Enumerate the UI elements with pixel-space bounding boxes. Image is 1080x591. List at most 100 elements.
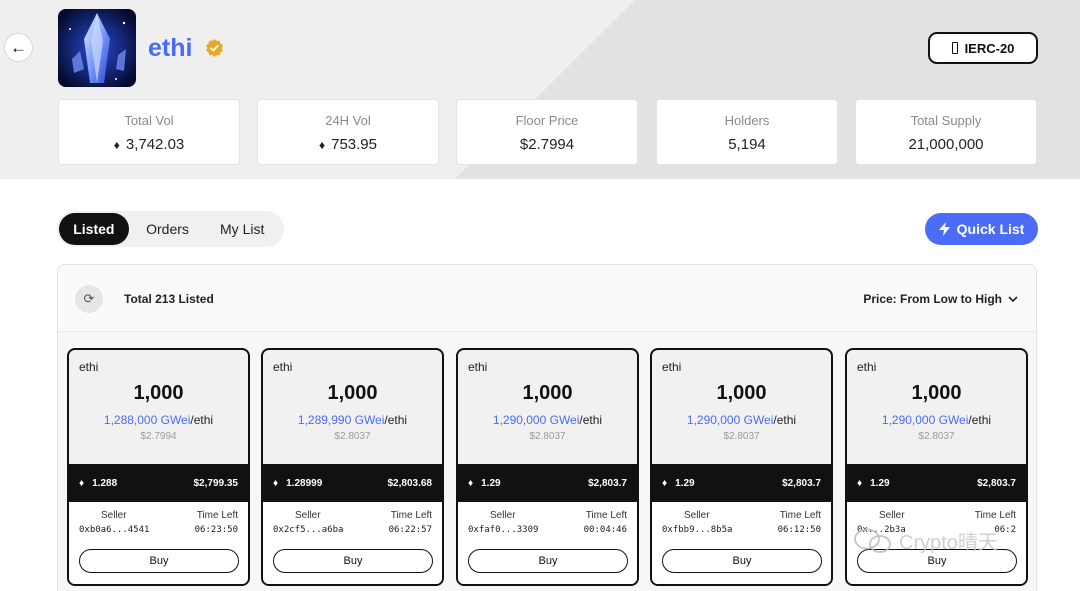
listing-panel-header: ⟳ Total 213 Listed Price: From Low to Hi…: [58, 265, 1036, 332]
seller-address[interactable]: 0xfaf0...3309: [468, 525, 538, 535]
ethereum-icon: ♦: [662, 477, 668, 489]
stat-value: $2.7994: [519, 136, 575, 153]
card-eth-total: 1.29: [481, 477, 501, 489]
card-eth-total: 1.29: [870, 477, 890, 489]
buy-button[interactable]: Buy: [662, 549, 822, 573]
seller-address[interactable]: 0xfbb9...8b5a: [662, 525, 732, 535]
time-left-value: 06:23:50: [194, 525, 238, 535]
card-unit-price: 1,290,000 GWei/ethi: [458, 413, 637, 427]
card-usd-total: $2,803.68: [387, 477, 433, 489]
total-listed-count: Total 213 Listed: [124, 292, 214, 306]
listing-card[interactable]: ethi 1,000 1,290,000 GWei/ethi $2.8037 ♦…: [650, 348, 833, 586]
card-total-band: ♦ 1.29 $2,803.7: [847, 464, 1026, 502]
card-amount: 1,000: [133, 382, 184, 404]
stat-value: 753.95: [331, 136, 377, 153]
tab-listed[interactable]: Listed: [59, 213, 129, 245]
card-unit-price: 1,290,000 GWei/ethi: [652, 413, 831, 427]
ethereum-icon: ♦: [273, 477, 279, 489]
ethereum-icon: ♦: [468, 477, 474, 489]
card-total-band: ♦ 1.29 $2,803.7: [652, 464, 831, 502]
stat-floor-price: Floor Price $2.7994: [456, 99, 638, 165]
buy-button[interactable]: Buy: [468, 549, 628, 573]
card-total-band: ♦ 1.29 $2,803.7: [458, 464, 637, 502]
quick-list-label: Quick List: [956, 221, 1025, 237]
seller-address[interactable]: 0xb0a6...4541: [79, 525, 149, 535]
card-gwei-price: 1,290,000 GWei: [492, 413, 580, 427]
refresh-button[interactable]: ⟳: [75, 285, 103, 313]
card-usd-total: $2,803.7: [977, 477, 1016, 489]
ethereum-icon: ♦: [113, 138, 120, 152]
token-name: ethi: [148, 34, 193, 62]
card-usd-unit-price: $2.8037: [529, 431, 566, 442]
card-eth-total: 1.288: [92, 477, 118, 489]
quick-list-button[interactable]: Quick List: [925, 213, 1038, 245]
token-standard-badge[interactable]: IERC-20: [928, 32, 1038, 64]
tab-orders[interactable]: Orders: [133, 213, 203, 245]
refresh-icon: ⟳: [83, 291, 95, 306]
seller-label: Seller: [101, 510, 127, 521]
time-left-label: Time Left: [390, 510, 432, 521]
listing-card[interactable]: ethi 1,000 1,288,000 GWei/ethi $2.7994 ♦…: [67, 348, 250, 586]
stat-value: 5,194: [728, 136, 766, 153]
card-tick: ethi: [273, 360, 293, 374]
listing-card[interactable]: ethi 1,000 1,290,000 GWei/ethi $2.8037 ♦…: [456, 348, 639, 586]
card-total-band: ♦ 1.28999 $2,803.68: [263, 464, 442, 502]
card-per-unit: /ethi: [773, 413, 797, 427]
buy-button[interactable]: Buy: [79, 549, 239, 573]
stat-24h-vol: 24H Vol ♦ 753.95: [257, 99, 439, 165]
card-tick: ethi: [662, 360, 682, 374]
stat-total-vol: Total Vol ♦ 3,742.03: [58, 99, 240, 165]
card-usd-total: $2,799.35: [193, 477, 239, 489]
sort-label: Price: From Low to High: [863, 292, 1002, 306]
tab-my-list[interactable]: My List: [202, 213, 282, 245]
card-usd-unit-price: $2.8037: [723, 431, 760, 442]
card-tick: ethi: [468, 360, 488, 374]
seller-address[interactable]: 0x2cf5...a6ba: [273, 525, 343, 535]
token-standard-label: IERC-20: [964, 40, 1015, 56]
time-left-label: Time Left: [585, 510, 627, 521]
buy-button[interactable]: Buy: [273, 549, 433, 573]
card-usd-unit-price: $2.8037: [918, 431, 955, 442]
card-amount: 1,000: [327, 382, 378, 404]
lightning-icon: [938, 222, 950, 236]
card-eth-total: 1.28999: [286, 477, 323, 489]
stat-label: 24H Vol: [325, 113, 371, 128]
stat-label: Holders: [724, 113, 770, 128]
card-unit-price: 1,289,990 GWei/ethi: [263, 413, 442, 427]
arrow-left-icon: ←: [10, 37, 27, 57]
stat-value: 3,742.03: [125, 136, 185, 153]
ethereum-icon: ♦: [857, 477, 863, 489]
card-gwei-price: 1,289,990 GWei: [297, 413, 385, 427]
back-button[interactable]: ←: [4, 33, 33, 62]
card-gwei-price: 1,288,000 GWei: [103, 413, 191, 427]
time-left-value: 06:22:57: [388, 525, 432, 535]
card-unit-price: 1,290,000 GWei/ethi: [847, 413, 1026, 427]
card-amount: 1,000: [522, 382, 573, 404]
sort-dropdown[interactable]: Price: From Low to High: [863, 292, 1018, 306]
chevron-down-icon: [1008, 295, 1018, 302]
card-per-unit: /ethi: [579, 413, 603, 427]
stat-total-supply: Total Supply 21,000,000: [855, 99, 1037, 165]
watermark: Crypto晴天: [853, 526, 998, 555]
time-left-label: Time Left: [974, 510, 1016, 521]
seller-label: Seller: [684, 510, 710, 521]
card-usd-total: $2,803.7: [588, 477, 627, 489]
card-gwei-price: 1,290,000 GWei: [686, 413, 774, 427]
time-left-value: 06:12:50: [777, 525, 821, 535]
time-left-label: Time Left: [196, 510, 238, 521]
card-unit-price: 1,288,000 GWei/ethi: [69, 413, 248, 427]
verified-badge-icon: [206, 38, 223, 57]
seller-label: Seller: [879, 510, 905, 521]
token-standard-icon: [951, 42, 958, 54]
listing-card[interactable]: ethi 1,000 1,289,990 GWei/ethi $2.8037 ♦…: [261, 348, 444, 586]
ethereum-icon: ♦: [318, 138, 326, 152]
stat-label: Floor Price: [515, 113, 579, 128]
seller-label: Seller: [490, 510, 516, 521]
crystal-image: [58, 9, 136, 87]
stat-label: Total Vol: [124, 113, 174, 128]
watermark-text: Crypto晴天: [899, 532, 998, 554]
stat-label: Total Supply: [910, 113, 982, 128]
card-per-unit: /ethi: [968, 413, 992, 427]
wechat-icon: [854, 528, 891, 553]
card-total-band: ♦ 1.288 $2,799.35: [69, 464, 248, 502]
